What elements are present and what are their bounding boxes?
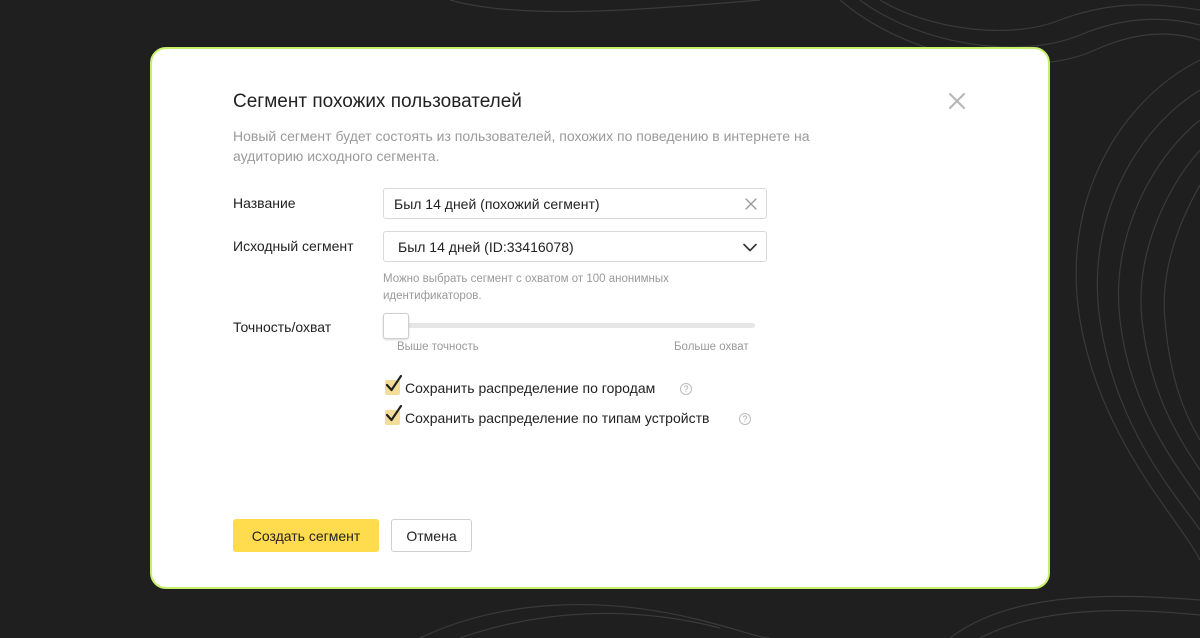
slider-caption-reach: Больше охват: [674, 341, 749, 353]
accuracy-slider-handle[interactable]: [383, 313, 409, 339]
slider-caption-accuracy: Выше точность: [397, 341, 479, 353]
checkmark-icon: [385, 374, 403, 392]
close-button[interactable]: [946, 90, 968, 112]
checkbox-cities[interactable]: [385, 374, 403, 395]
source-segment-label: Исходный сегмент: [233, 238, 354, 254]
similar-segment-dialog: Сегмент похожих пользователей Новый сегм…: [150, 47, 1050, 589]
create-segment-button[interactable]: Создать сегмент: [233, 519, 379, 552]
checkbox-devices-label[interactable]: Сохранить распределение по типам устройс…: [405, 410, 709, 426]
help-icon[interactable]: ?: [680, 383, 692, 395]
dialog-title: Сегмент похожих пользователей: [233, 91, 522, 112]
dialog-description: Новый сегмент будет состоять из пользова…: [233, 128, 810, 164]
name-field[interactable]: Был 14 дней (похожий сегмент): [383, 188, 767, 219]
name-label: Название: [233, 195, 296, 211]
source-segment-value: Был 14 дней (ID:33416078): [398, 239, 574, 255]
checkbox-cities-label[interactable]: Сохранить распределение по городам: [405, 380, 655, 396]
checkmark-icon: [385, 404, 403, 422]
checkbox-devices[interactable]: [385, 404, 403, 425]
cancel-button[interactable]: Отмена: [391, 519, 472, 552]
accuracy-label: Точность/охват: [233, 319, 332, 335]
source-segment-hint: Можно выбрать сегмент с охватом от 100 а…: [383, 273, 669, 302]
name-field-value: Был 14 дней (похожий сегмент): [394, 196, 600, 212]
close-icon: [949, 93, 965, 109]
accuracy-slider-track[interactable]: [383, 323, 755, 328]
chevron-down-icon: [743, 243, 757, 252]
clear-icon[interactable]: [744, 197, 758, 211]
source-segment-select[interactable]: Был 14 дней (ID:33416078): [383, 231, 767, 262]
help-icon[interactable]: ?: [739, 413, 751, 425]
